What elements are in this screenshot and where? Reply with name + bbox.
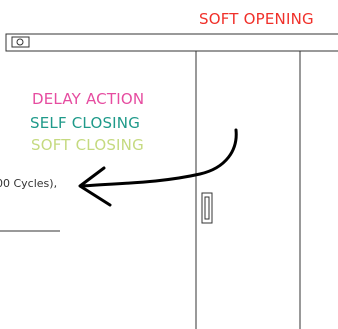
illustration: SOFT OPENING DELAY ACTION SELF CLOSING S… — [0, 0, 338, 329]
track-screw-icon — [16, 38, 24, 46]
self-closing-label: SELF CLOSING — [30, 114, 141, 132]
soft-closing-label: SOFT CLOSING — [31, 136, 144, 154]
door-handle-icon — [201, 192, 213, 224]
track-end-cap — [11, 36, 30, 48]
top-track — [5, 33, 338, 52]
delay-action-label: DELAY ACTION — [32, 90, 145, 108]
door-sketch — [0, 33, 338, 329]
soft-opening-label: SOFT OPENING — [199, 10, 314, 28]
cycles-text-fragment: 00 Cycles), — [0, 177, 58, 190]
